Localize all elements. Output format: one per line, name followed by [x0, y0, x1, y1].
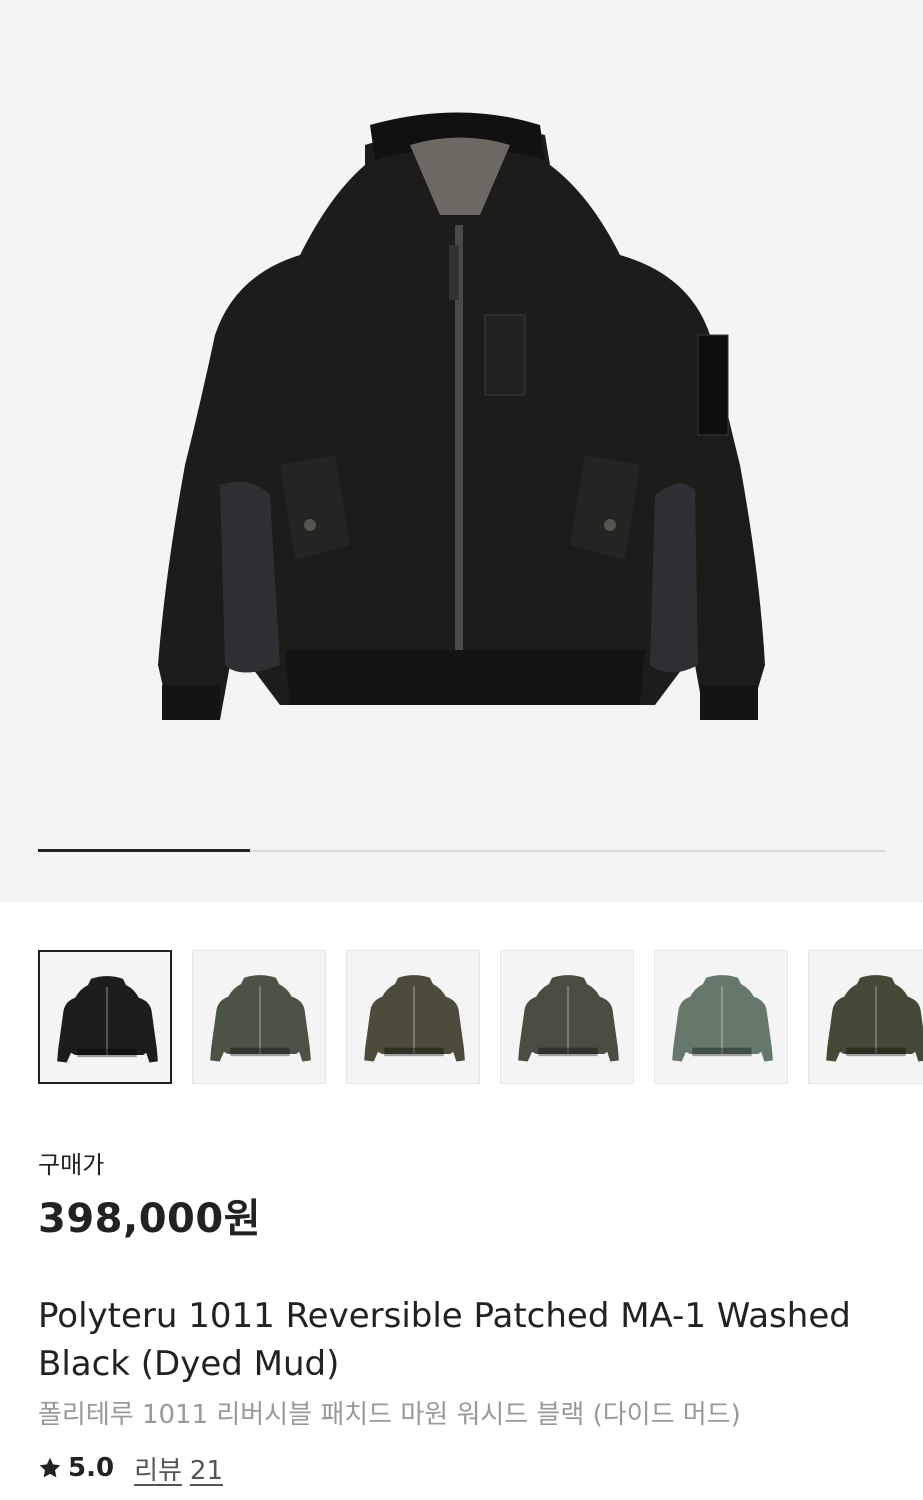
jacket-thumbnail-image [210, 975, 311, 1062]
jacket-thumbnail-image [364, 975, 465, 1062]
thumbnail-olive-1[interactable] [192, 950, 326, 1084]
reviews-label: 리뷰 [134, 1455, 182, 1486]
jacket-thumbnail-image [826, 975, 923, 1062]
jacket-thumbnail-image [57, 976, 158, 1063]
product-title-ko: 폴리테루 1011 리버시블 패치드 마원 워시드 블랙 (다이드 머드) [38, 1400, 741, 1430]
reviews-link[interactable]: 리뷰 21 [134, 1450, 231, 1487]
thumbnail-sage[interactable] [654, 950, 788, 1084]
thumbnail-strip[interactable] [38, 950, 923, 1086]
rating-score: 5.0 [68, 1453, 115, 1483]
rating-row: 5.0 리뷰 21 [38, 1450, 231, 1486]
thumbnail-olive-3[interactable] [500, 950, 634, 1084]
product-price: 398,000원 [38, 1196, 261, 1242]
star-icon [39, 1457, 61, 1478]
product-main-image [158, 112, 765, 720]
jacket-thumbnail-image [672, 975, 773, 1062]
product-detail-page: 구매가 398,000원 Polyteru 1011 Reversible Pa… [0, 0, 923, 1500]
carousel-progress-track [38, 849, 885, 852]
thumbnail-washed-black[interactable] [38, 950, 172, 1084]
jacket-thumbnail-image [518, 975, 619, 1062]
thumbnail-olive-2[interactable] [346, 950, 480, 1084]
review-count: 21 [189, 1455, 223, 1486]
price-label: 구매가 [38, 1151, 105, 1179]
thumbnail-olive-4[interactable] [808, 950, 923, 1084]
carousel-progress-fill [38, 849, 250, 852]
product-title-en: Polyteru 1011 Reversible Patched MA-1 Wa… [38, 1296, 851, 1384]
product-image-carousel[interactable] [0, 0, 923, 902]
